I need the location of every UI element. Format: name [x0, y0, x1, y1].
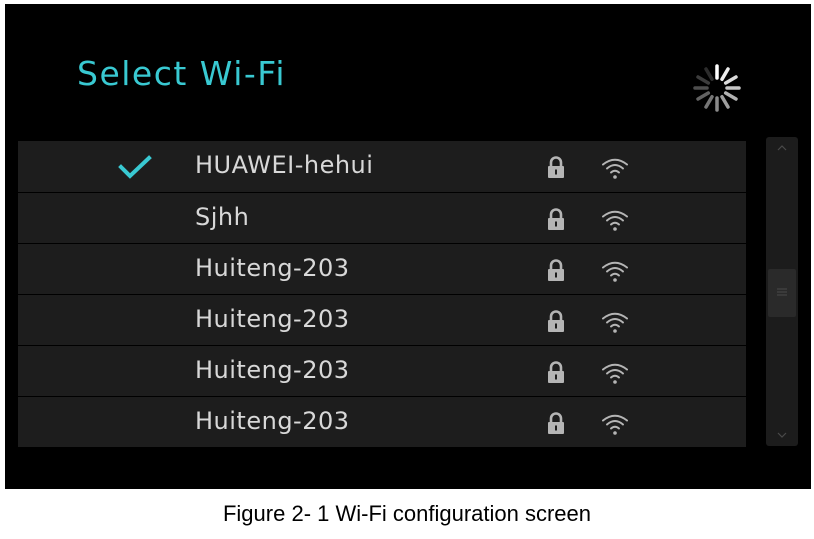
wifi-signal-icon — [602, 363, 628, 384]
wifi-network-name: Sjhh — [195, 203, 250, 231]
wifi-signal-icon — [602, 158, 628, 179]
wifi-network-item[interactable]: Huiteng-203 — [18, 243, 746, 294]
wifi-screen: Select Wi-Fi HUAWEI-hehui Sjhh Huiteng-2… — [5, 4, 811, 489]
lock-icon — [548, 208, 564, 230]
grip-icon — [777, 288, 787, 296]
lock-icon — [548, 310, 564, 332]
wifi-signal-icon — [602, 312, 628, 333]
wifi-signal-icon — [602, 261, 628, 282]
lock-icon — [548, 259, 564, 281]
lock-icon — [548, 156, 564, 178]
wifi-signal-icon — [602, 210, 628, 231]
wifi-network-name: Huiteng-203 — [195, 305, 350, 333]
wifi-network-name: HUAWEI-hehui — [195, 151, 374, 179]
wifi-network-list: HUAWEI-hehui Sjhh Huiteng-203 Huiteng-20… — [18, 141, 746, 447]
wifi-network-item[interactable]: Huiteng-203 — [18, 396, 746, 447]
scrollbar[interactable] — [766, 137, 798, 446]
wifi-network-item[interactable]: Huiteng-203 — [18, 345, 746, 396]
lock-icon — [548, 412, 564, 434]
wifi-network-name: Huiteng-203 — [195, 356, 350, 384]
wifi-signal-icon — [602, 414, 628, 435]
checkmark-icon — [118, 155, 152, 179]
figure-caption: Figure 2- 1 Wi-Fi configuration screen — [222, 501, 592, 526]
wifi-network-item[interactable]: Huiteng-203 — [18, 294, 746, 345]
chevron-down-icon[interactable] — [766, 426, 798, 444]
scrollbar-thumb[interactable] — [768, 269, 796, 317]
lock-icon — [548, 361, 564, 383]
wifi-network-item[interactable]: Sjhh — [18, 192, 746, 243]
wifi-network-name: Huiteng-203 — [195, 407, 350, 435]
wifi-network-item[interactable]: HUAWEI-hehui — [18, 141, 746, 192]
page-title: Select Wi-Fi — [77, 54, 287, 93]
chevron-up-icon[interactable] — [766, 139, 798, 157]
wifi-network-name: Huiteng-203 — [195, 254, 350, 282]
spinner-icon — [693, 64, 741, 112]
